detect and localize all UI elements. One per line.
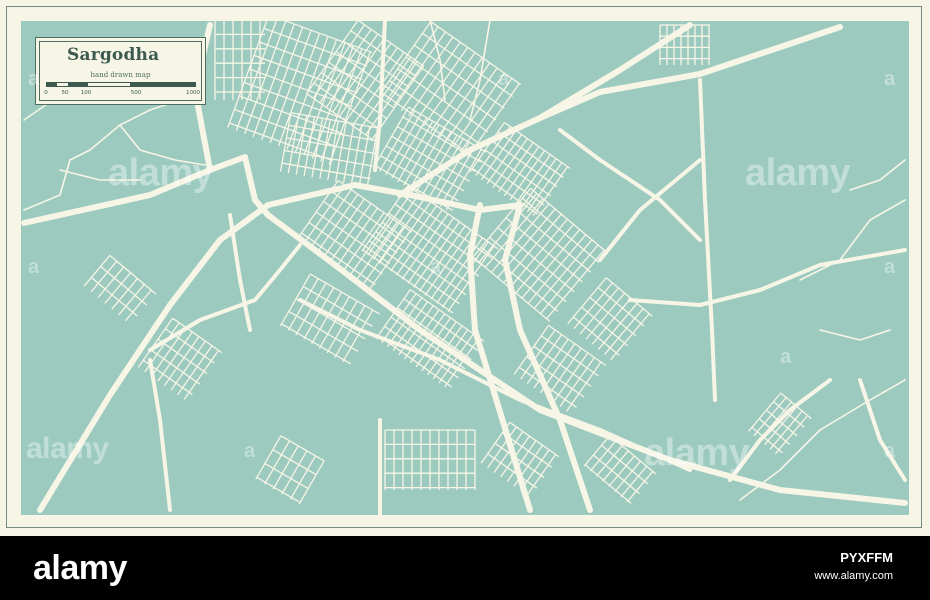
watermark: a bbox=[780, 346, 791, 368]
scale-label: 100 bbox=[80, 90, 92, 96]
map-legend: Sargodha hand drawn map 0 50 100 500 100… bbox=[35, 37, 206, 105]
scale-segment bbox=[57, 83, 68, 86]
watermark: alamy bbox=[108, 152, 214, 194]
scale-label: 0 bbox=[44, 90, 48, 96]
map-title: Sargodha bbox=[67, 45, 160, 65]
watermark: a bbox=[28, 256, 39, 278]
watermark: a bbox=[884, 68, 895, 90]
watermark: a bbox=[244, 440, 255, 462]
scale-segment bbox=[47, 83, 58, 86]
image-id: PYXFFM bbox=[840, 550, 893, 565]
footer-banner: alamy PYXFFM www.alamy.com bbox=[0, 536, 930, 600]
site-url[interactable]: www.alamy.com bbox=[814, 570, 893, 582]
scale-segment bbox=[129, 83, 195, 86]
scale-label: 1000 bbox=[186, 90, 200, 96]
map-frame: Sargodha hand drawn map 0 50 100 500 100… bbox=[0, 0, 930, 536]
watermark: alamy bbox=[644, 432, 750, 474]
watermark: a bbox=[884, 256, 895, 278]
scale-segment bbox=[88, 83, 130, 86]
scale-label: 500 bbox=[130, 90, 142, 96]
watermark: a bbox=[498, 68, 509, 90]
watermark: alamy bbox=[26, 432, 109, 465]
watermark: a bbox=[28, 68, 39, 90]
scale-label: 50 bbox=[61, 90, 69, 96]
watermark: alamy bbox=[745, 152, 851, 194]
map-subtitle: hand drawn map bbox=[90, 71, 151, 79]
alamy-logo[interactable]: alamy bbox=[33, 549, 127, 588]
scale-labels: 0 50 100 500 1000 bbox=[36, 90, 205, 100]
scale-segment bbox=[67, 83, 89, 86]
watermark: a bbox=[430, 256, 441, 278]
watermark: a bbox=[884, 440, 895, 462]
scale-bar bbox=[46, 82, 196, 87]
